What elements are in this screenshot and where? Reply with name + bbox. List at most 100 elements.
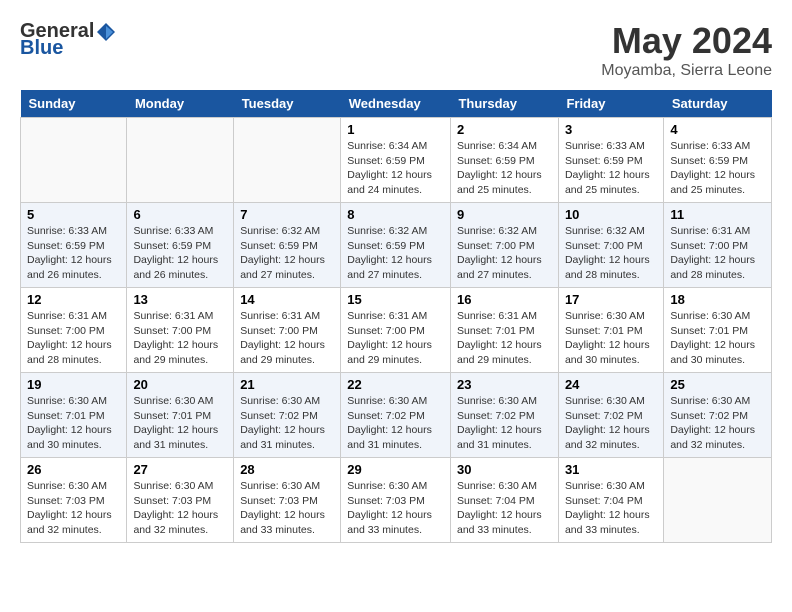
calendar-week-row: 12 Sunrise: 6:31 AM Sunset: 7:00 PM Dayli…: [21, 288, 772, 373]
calendar-table: SundayMondayTuesdayWednesdayThursdayFrid…: [20, 90, 772, 543]
day-number: 23: [457, 377, 552, 392]
day-info: Sunrise: 6:31 AM Sunset: 7:01 PM Dayligh…: [457, 309, 552, 368]
day-number: 5: [27, 207, 120, 222]
calendar-cell: 24 Sunrise: 6:30 AM Sunset: 7:02 PM Dayli…: [558, 373, 663, 458]
calendar-cell: 8 Sunrise: 6:32 AM Sunset: 6:59 PM Daylig…: [341, 203, 451, 288]
weekday-header-sunday: Sunday: [21, 90, 127, 118]
weekday-header-monday: Monday: [127, 90, 234, 118]
day-number: 8: [347, 207, 444, 222]
day-number: 11: [670, 207, 765, 222]
day-info: Sunrise: 6:31 AM Sunset: 7:00 PM Dayligh…: [347, 309, 444, 368]
day-info: Sunrise: 6:30 AM Sunset: 7:02 PM Dayligh…: [670, 394, 765, 453]
day-info: Sunrise: 6:34 AM Sunset: 6:59 PM Dayligh…: [457, 139, 552, 198]
calendar-cell: 7 Sunrise: 6:32 AM Sunset: 6:59 PM Daylig…: [234, 203, 341, 288]
calendar-cell: 10 Sunrise: 6:32 AM Sunset: 7:00 PM Dayli…: [558, 203, 663, 288]
day-info: Sunrise: 6:30 AM Sunset: 7:04 PM Dayligh…: [457, 479, 552, 538]
day-number: 22: [347, 377, 444, 392]
location: Moyamba, Sierra Leone: [601, 62, 772, 80]
day-number: 29: [347, 462, 444, 477]
title-block: May 2024 Moyamba, Sierra Leone: [601, 20, 772, 80]
calendar-cell: 30 Sunrise: 6:30 AM Sunset: 7:04 PM Dayli…: [450, 458, 558, 543]
calendar-cell: [21, 118, 127, 203]
calendar-cell: 31 Sunrise: 6:30 AM Sunset: 7:04 PM Dayli…: [558, 458, 663, 543]
calendar-cell: 26 Sunrise: 6:30 AM Sunset: 7:03 PM Dayli…: [21, 458, 127, 543]
day-number: 15: [347, 292, 444, 307]
day-info: Sunrise: 6:30 AM Sunset: 7:02 PM Dayligh…: [240, 394, 334, 453]
day-number: 7: [240, 207, 334, 222]
calendar-cell: 14 Sunrise: 6:31 AM Sunset: 7:00 PM Dayli…: [234, 288, 341, 373]
day-number: 30: [457, 462, 552, 477]
day-number: 16: [457, 292, 552, 307]
calendar-week-row: 1Sunrise: 6:34 AM Sunset: 6:59 PM Daylig…: [21, 118, 772, 203]
day-number: 4: [670, 122, 765, 137]
logo-text: General Blue: [20, 20, 118, 60]
day-info: Sunrise: 6:32 AM Sunset: 6:59 PM Dayligh…: [240, 224, 334, 283]
calendar-cell: 19Sunrise: 6:30 AM Sunset: 7:01 PM Dayli…: [21, 373, 127, 458]
day-info: Sunrise: 6:31 AM Sunset: 7:00 PM Dayligh…: [240, 309, 334, 368]
day-info: Sunrise: 6:31 AM Sunset: 7:00 PM Dayligh…: [670, 224, 765, 283]
calendar-cell: 18 Sunrise: 6:30 AM Sunset: 7:01 PM Dayli…: [664, 288, 772, 373]
day-number: 13: [133, 292, 227, 307]
calendar-cell: 4 Sunrise: 6:33 AM Sunset: 6:59 PM Daylig…: [664, 118, 772, 203]
day-info: Sunrise: 6:30 AM Sunset: 7:01 PM Dayligh…: [565, 309, 657, 368]
month-title: May 2024: [601, 20, 772, 62]
calendar-cell: 23 Sunrise: 6:30 AM Sunset: 7:02 PM Dayli…: [450, 373, 558, 458]
day-info: Sunrise: 6:33 AM Sunset: 6:59 PM Dayligh…: [565, 139, 657, 198]
day-number: 24: [565, 377, 657, 392]
day-info: Sunrise: 6:30 AM Sunset: 7:01 PM Dayligh…: [670, 309, 765, 368]
calendar-cell: 20 Sunrise: 6:30 AM Sunset: 7:01 PM Dayli…: [127, 373, 234, 458]
calendar-week-row: 19Sunrise: 6:30 AM Sunset: 7:01 PM Dayli…: [21, 373, 772, 458]
day-number: 18: [670, 292, 765, 307]
day-info: Sunrise: 6:32 AM Sunset: 7:00 PM Dayligh…: [457, 224, 552, 283]
calendar-cell: 15 Sunrise: 6:31 AM Sunset: 7:00 PM Dayli…: [341, 288, 451, 373]
day-info: Sunrise: 6:30 AM Sunset: 7:01 PM Dayligh…: [133, 394, 227, 453]
day-number: 26: [27, 462, 120, 477]
day-number: 9: [457, 207, 552, 222]
day-info: Sunrise: 6:32 AM Sunset: 6:59 PM Dayligh…: [347, 224, 444, 283]
weekday-header-row: SundayMondayTuesdayWednesdayThursdayFrid…: [21, 90, 772, 118]
logo-icon: [95, 21, 117, 43]
day-number: 28: [240, 462, 334, 477]
day-number: 12: [27, 292, 120, 307]
day-number: 20: [133, 377, 227, 392]
calendar-cell: 2 Sunrise: 6:34 AM Sunset: 6:59 PM Daylig…: [450, 118, 558, 203]
day-info: Sunrise: 6:30 AM Sunset: 7:03 PM Dayligh…: [347, 479, 444, 538]
calendar-week-row: 26 Sunrise: 6:30 AM Sunset: 7:03 PM Dayli…: [21, 458, 772, 543]
day-info: Sunrise: 6:32 AM Sunset: 7:00 PM Dayligh…: [565, 224, 657, 283]
calendar-cell: [127, 118, 234, 203]
day-info: Sunrise: 6:31 AM Sunset: 7:00 PM Dayligh…: [133, 309, 227, 368]
day-number: 6: [133, 207, 227, 222]
calendar-cell: 28 Sunrise: 6:30 AM Sunset: 7:03 PM Dayli…: [234, 458, 341, 543]
day-info: Sunrise: 6:30 AM Sunset: 7:03 PM Dayligh…: [240, 479, 334, 538]
calendar-cell: 3 Sunrise: 6:33 AM Sunset: 6:59 PM Daylig…: [558, 118, 663, 203]
calendar-week-row: 5 Sunrise: 6:33 AM Sunset: 6:59 PM Daylig…: [21, 203, 772, 288]
weekday-header-saturday: Saturday: [664, 90, 772, 118]
weekday-header-wednesday: Wednesday: [341, 90, 451, 118]
weekday-header-thursday: Thursday: [450, 90, 558, 118]
logo: General Blue: [20, 20, 118, 60]
day-number: 3: [565, 122, 657, 137]
day-info: Sunrise: 6:30 AM Sunset: 7:02 PM Dayligh…: [565, 394, 657, 453]
day-info: Sunrise: 6:30 AM Sunset: 7:03 PM Dayligh…: [27, 479, 120, 538]
calendar-cell: 21Sunrise: 6:30 AM Sunset: 7:02 PM Dayli…: [234, 373, 341, 458]
weekday-header-tuesday: Tuesday: [234, 90, 341, 118]
day-info: Sunrise: 6:30 AM Sunset: 7:02 PM Dayligh…: [347, 394, 444, 453]
day-info: Sunrise: 6:30 AM Sunset: 7:02 PM Dayligh…: [457, 394, 552, 453]
calendar-cell: 13 Sunrise: 6:31 AM Sunset: 7:00 PM Dayli…: [127, 288, 234, 373]
day-info: Sunrise: 6:30 AM Sunset: 7:04 PM Dayligh…: [565, 479, 657, 538]
day-info: Sunrise: 6:30 AM Sunset: 7:01 PM Dayligh…: [27, 394, 120, 453]
day-info: Sunrise: 6:33 AM Sunset: 6:59 PM Dayligh…: [133, 224, 227, 283]
day-number: 31: [565, 462, 657, 477]
calendar-cell: 6 Sunrise: 6:33 AM Sunset: 6:59 PM Daylig…: [127, 203, 234, 288]
calendar-cell: 17Sunrise: 6:30 AM Sunset: 7:01 PM Dayli…: [558, 288, 663, 373]
day-info: Sunrise: 6:33 AM Sunset: 6:59 PM Dayligh…: [670, 139, 765, 198]
calendar-cell: 22 Sunrise: 6:30 AM Sunset: 7:02 PM Dayli…: [341, 373, 451, 458]
calendar-cell: 11 Sunrise: 6:31 AM Sunset: 7:00 PM Dayli…: [664, 203, 772, 288]
day-number: 14: [240, 292, 334, 307]
day-number: 2: [457, 122, 552, 137]
calendar-cell: [664, 458, 772, 543]
calendar-cell: 25Sunrise: 6:30 AM Sunset: 7:02 PM Dayli…: [664, 373, 772, 458]
weekday-header-friday: Friday: [558, 90, 663, 118]
day-number: 10: [565, 207, 657, 222]
day-info: Sunrise: 6:30 AM Sunset: 7:03 PM Dayligh…: [133, 479, 227, 538]
